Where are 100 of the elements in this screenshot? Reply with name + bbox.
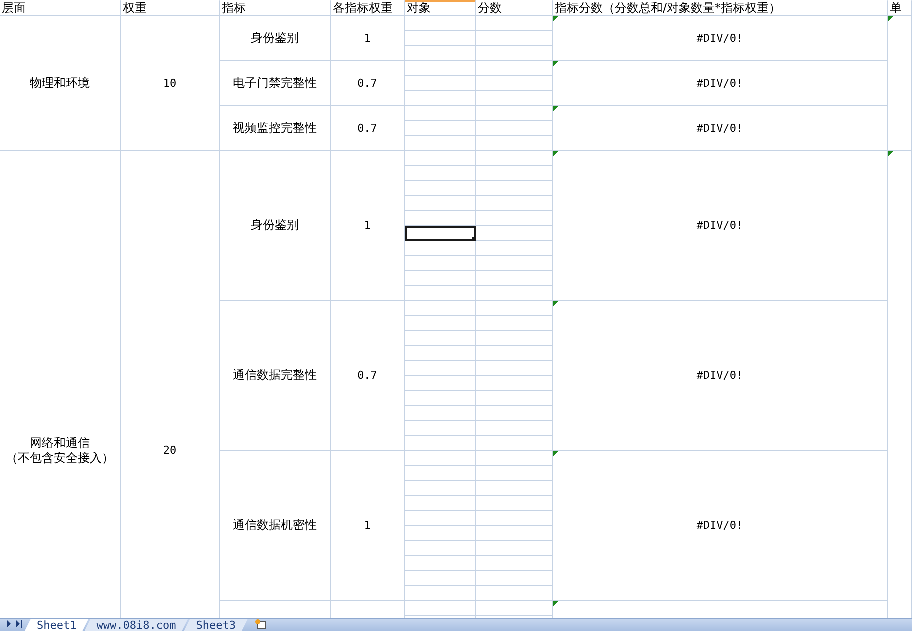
table-cell[interactable]	[405, 541, 476, 556]
table-cell[interactable]	[476, 541, 553, 556]
table-cell[interactable]	[405, 61, 476, 76]
table-cell[interactable]	[405, 391, 476, 406]
table-cell[interactable]	[405, 346, 476, 361]
selected-cell[interactable]	[405, 226, 476, 241]
table-cell[interactable]	[405, 601, 476, 616]
table-cell[interactable]	[405, 16, 476, 31]
table-cell[interactable]	[405, 586, 476, 601]
sheet-tab[interactable]: www.08i8.com	[84, 619, 188, 631]
table-cell[interactable]	[476, 181, 553, 196]
table-cell[interactable]	[405, 421, 476, 436]
fill-handle[interactable]	[472, 237, 475, 240]
table-cell[interactable]	[476, 481, 553, 496]
column-header[interactable]: 权重	[121, 0, 220, 15]
table-cell[interactable]	[476, 316, 553, 331]
table-cell[interactable]	[476, 421, 553, 436]
table-cell[interactable]	[405, 196, 476, 211]
table-cell[interactable]	[476, 391, 553, 406]
table-cell[interactable]	[476, 601, 553, 616]
table-cell[interactable]	[476, 406, 553, 421]
table-cell[interactable]	[476, 286, 553, 301]
table-cell[interactable]	[476, 466, 553, 481]
error-value: #DIV/0!	[696, 76, 744, 90]
table-cell[interactable]	[476, 196, 553, 211]
table-cell[interactable]	[405, 571, 476, 586]
table-cell[interactable]	[405, 106, 476, 121]
table-cell[interactable]	[405, 256, 476, 271]
table-cell[interactable]	[476, 556, 553, 571]
table-cell[interactable]	[476, 46, 553, 61]
table-cell[interactable]	[476, 361, 553, 376]
table-cell[interactable]	[476, 241, 553, 256]
table-cell[interactable]	[405, 286, 476, 301]
table-cell[interactable]	[405, 76, 476, 91]
table-cell[interactable]	[476, 16, 553, 31]
table-cell[interactable]	[405, 301, 476, 316]
table-cell[interactable]	[405, 316, 476, 331]
table-cell[interactable]	[405, 466, 476, 481]
table-cell[interactable]	[405, 511, 476, 526]
indicator-text: 视频监控完整性	[233, 120, 317, 136]
table-cell[interactable]	[405, 181, 476, 196]
table-cell[interactable]	[476, 136, 553, 151]
table-cell[interactable]	[405, 151, 476, 166]
table-cell[interactable]	[476, 211, 553, 226]
table-cell[interactable]	[405, 556, 476, 571]
table-cell[interactable]	[476, 271, 553, 286]
table-cell[interactable]	[405, 496, 476, 511]
table-cell[interactable]	[476, 121, 553, 136]
sheet-tab[interactable]: Sheet3	[184, 619, 248, 631]
table-cell[interactable]	[405, 91, 476, 106]
table-cell[interactable]	[476, 226, 553, 241]
table-cell[interactable]	[405, 241, 476, 256]
table-cell[interactable]	[405, 331, 476, 346]
table-cell[interactable]	[476, 511, 553, 526]
next-sheet-icon[interactable]	[6, 620, 12, 628]
indicator-weight-text: 0.7	[358, 76, 378, 90]
table-cell[interactable]	[476, 436, 553, 451]
table-cell[interactable]	[405, 361, 476, 376]
table-cell[interactable]	[476, 331, 553, 346]
column-header[interactable]: 指标分数（分数总和/对象数量*指标权重）	[553, 0, 888, 15]
column-header[interactable]: 分数	[476, 0, 553, 15]
table-cell[interactable]	[476, 496, 553, 511]
table-cell[interactable]	[476, 256, 553, 271]
table-cell[interactable]	[476, 106, 553, 121]
table-cell[interactable]	[405, 46, 476, 61]
table-cell[interactable]	[405, 481, 476, 496]
table-cell[interactable]	[405, 121, 476, 136]
table-cell[interactable]	[476, 376, 553, 391]
table-cell[interactable]	[476, 346, 553, 361]
table-cell[interactable]	[405, 436, 476, 451]
column-header[interactable]: 指标	[220, 0, 331, 15]
table-cell[interactable]	[405, 271, 476, 286]
table-cell[interactable]	[476, 61, 553, 76]
table-cell[interactable]	[405, 451, 476, 466]
table-cell[interactable]	[405, 406, 476, 421]
table-cell[interactable]	[476, 151, 553, 166]
last-sheet-icon[interactable]	[15, 620, 23, 628]
table-cell[interactable]	[476, 76, 553, 91]
table-cell[interactable]	[476, 526, 553, 541]
table-cell[interactable]	[405, 526, 476, 541]
table-cell[interactable]	[405, 31, 476, 46]
indicator-weight-text: 1	[364, 32, 371, 44]
table-cell[interactable]	[476, 586, 553, 601]
table-cell[interactable]	[405, 211, 476, 226]
column-header[interactable]: 层面	[0, 0, 121, 15]
error-value: #DIV/0!	[696, 519, 744, 532]
table-cell[interactable]	[476, 166, 553, 181]
table-cell[interactable]	[476, 31, 553, 46]
table-cell[interactable]	[476, 451, 553, 466]
insert-sheet-icon[interactable]	[254, 619, 268, 630]
table-cell[interactable]	[476, 301, 553, 316]
table-cell[interactable]	[405, 136, 476, 151]
sheet-tab[interactable]: Sheet1	[25, 619, 89, 631]
table-cell[interactable]	[405, 376, 476, 391]
column-header[interactable]: 各指标权重	[331, 0, 405, 15]
column-header[interactable]: 单	[888, 0, 912, 15]
table-cell[interactable]	[476, 571, 553, 586]
column-header[interactable]: 对象	[405, 0, 476, 15]
table-cell[interactable]	[476, 91, 553, 106]
table-cell[interactable]	[405, 166, 476, 181]
